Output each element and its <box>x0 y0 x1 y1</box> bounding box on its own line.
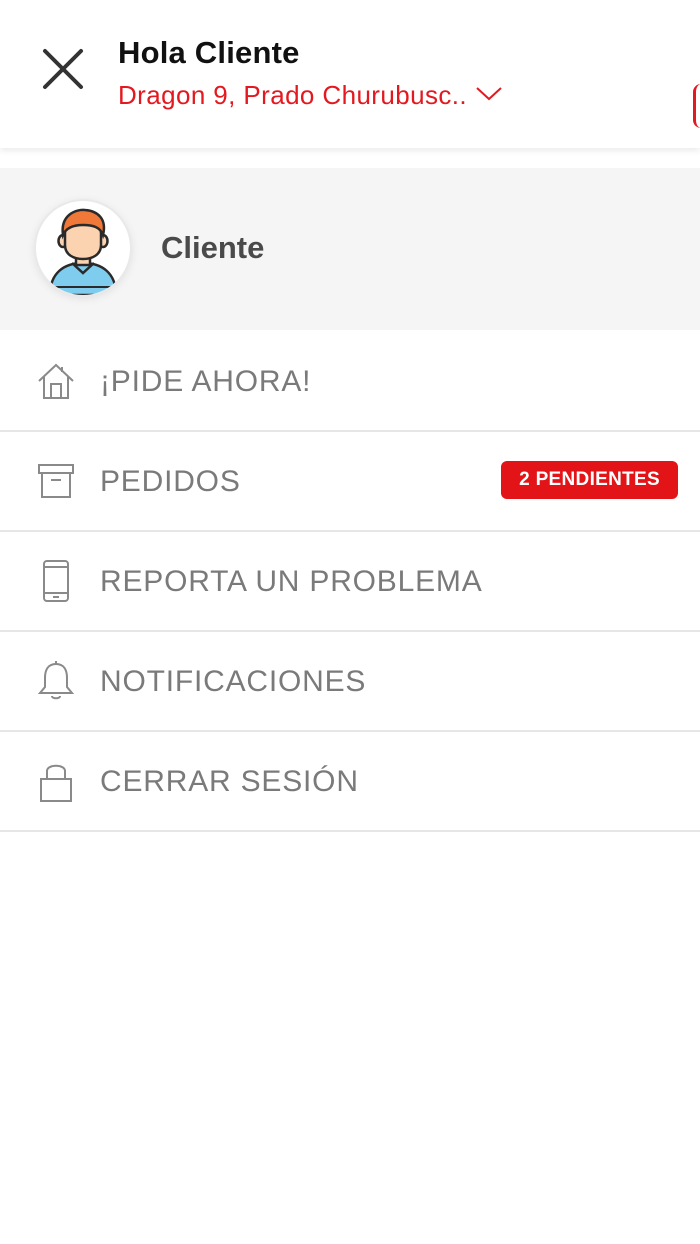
menu-item-reporta-problema[interactable]: REPORTA UN PROBLEMA <box>0 532 700 632</box>
pending-orders-badge: 2 PENDIENTES <box>501 461 678 499</box>
side-menu-screen: Hola Cliente Dragon 9, Prado Churubusc.. <box>0 0 700 1244</box>
home-icon <box>36 360 76 402</box>
menu-item-pide-ahora[interactable]: ¡PIDE AHORA! <box>0 332 700 432</box>
address-text: Dragon 9, Prado Churubusc.. <box>118 80 467 110</box>
profile-name: Cliente <box>161 230 265 265</box>
user-avatar-icon <box>48 208 118 295</box>
profile-section: Cliente <box>0 168 700 330</box>
close-button[interactable] <box>38 48 88 94</box>
menu-item-label: CERRAR SESIÓN <box>100 765 359 798</box>
menu-item-label: NOTIFICACIONES <box>100 665 367 698</box>
menu-item-label: PEDIDOS <box>100 465 241 498</box>
lock-icon <box>36 760 76 802</box>
menu-item-cerrar-sesion[interactable]: CERRAR SESIÓN <box>0 732 700 832</box>
close-icon <box>41 47 85 96</box>
greeting-title: Hola Cliente <box>118 35 300 70</box>
menu-item-pedidos[interactable]: PEDIDOS 2 PENDIENTES <box>0 432 700 532</box>
menu-header: Hola Cliente Dragon 9, Prado Churubusc.. <box>0 0 700 148</box>
avatar[interactable] <box>36 201 130 295</box>
chevron-down-icon <box>475 85 503 103</box>
address-selector[interactable]: Dragon 9, Prado Churubusc.. <box>118 80 503 111</box>
phone-icon <box>36 560 76 602</box>
archive-box-icon <box>36 460 76 502</box>
menu-item-label: REPORTA UN PROBLEMA <box>100 565 483 598</box>
bell-icon <box>36 660 76 702</box>
background-edge <box>693 84 700 128</box>
menu-item-notificaciones[interactable]: NOTIFICACIONES <box>0 632 700 732</box>
menu-item-label: ¡PIDE AHORA! <box>100 365 312 398</box>
